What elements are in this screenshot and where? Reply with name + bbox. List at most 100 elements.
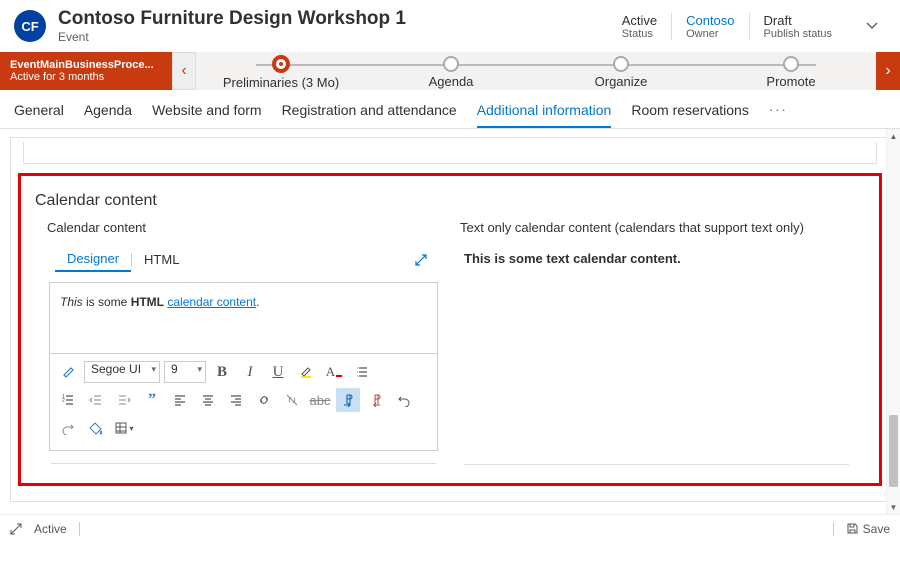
bpf-duration: Active for 3 months (10, 71, 162, 83)
align-left-button[interactable] (168, 388, 192, 412)
align-right-button[interactable] (224, 388, 248, 412)
bpf-dot-icon (443, 56, 459, 72)
font-color-button[interactable]: A (322, 360, 346, 384)
bpf-stage-promote[interactable]: Promote (706, 53, 876, 89)
meta-owner[interactable]: Contoso Owner (671, 13, 748, 40)
field-underline (464, 464, 849, 465)
editor-text[interactable]: This (60, 295, 83, 309)
numbered-list-button[interactable]: 12 (56, 388, 80, 412)
redo-button[interactable] (56, 416, 80, 440)
calendar-content-label: Calendar content (47, 220, 440, 235)
editor-text[interactable]: HTML (131, 295, 164, 309)
bpf-prev-button[interactable]: ‹ (172, 52, 196, 90)
meta-publish: Draft Publish status (749, 13, 846, 40)
footer-status: Active (34, 522, 67, 536)
align-center-button[interactable] (196, 388, 220, 412)
save-label: Save (863, 522, 890, 536)
bullet-list-button[interactable] (350, 360, 374, 384)
editor-text[interactable]: is some (83, 295, 131, 309)
bpf-dot-icon (783, 56, 799, 72)
paint-bucket-button[interactable] (84, 416, 108, 440)
scroll-thumb[interactable] (889, 415, 898, 487)
text-only-label: Text only calendar content (calendars th… (460, 220, 853, 235)
meta-status-value: Active (622, 13, 657, 28)
bpf-process-name: EventMainBusinessProce... (10, 59, 162, 71)
save-icon (846, 522, 859, 535)
unlink-button[interactable] (280, 388, 304, 412)
ltr-button[interactable] (336, 388, 360, 412)
page-subtitle: Event (58, 30, 596, 44)
outdent-button[interactable] (84, 388, 108, 412)
meta-status: Active Status (608, 13, 671, 40)
editor-toolbar: Segoe UI 9 B I U A 12 (50, 353, 437, 450)
clear-format-button[interactable] (56, 360, 80, 384)
indent-button[interactable] (112, 388, 136, 412)
tab-registration[interactable]: Registration and attendance (282, 96, 457, 128)
expand-editor-icon[interactable] (410, 249, 432, 271)
tab-room-reservations[interactable]: Room reservations (631, 96, 749, 128)
form-tabs: General Agenda Website and form Registra… (0, 90, 900, 129)
chevron-down-icon[interactable] (858, 12, 886, 40)
link-button[interactable] (252, 388, 276, 412)
bpf-stages: Preliminaries (3 Mo) Agenda Organize Pro… (196, 52, 876, 90)
text-only-value[interactable]: This is some text calendar content. (460, 243, 853, 274)
tab-overflow-button[interactable]: ··· (769, 96, 788, 128)
rtl-button[interactable] (364, 388, 388, 412)
content-area: Calendar content Calendar content Design… (0, 129, 900, 514)
scroll-down-icon[interactable]: ▼ (887, 500, 900, 514)
blockquote-button[interactable]: ” (140, 388, 164, 412)
vertical-scrollbar[interactable]: ▲ ▼ (886, 129, 900, 514)
bpf-stage-label: Agenda (366, 74, 536, 89)
bpf-stage-label: Organize (536, 74, 706, 89)
calendar-content-section: Calendar content Calendar content Design… (21, 176, 879, 483)
bpf-stage-preliminaries[interactable]: Preliminaries (3 Mo) (196, 52, 366, 90)
previous-section-stub (23, 142, 877, 164)
highlight-color-button[interactable] (294, 360, 318, 384)
footer-expand-icon[interactable] (10, 523, 22, 535)
bpf-stage-agenda[interactable]: Agenda (366, 53, 536, 89)
bpf-stage-label: Promote (706, 74, 876, 89)
svg-text:2: 2 (62, 398, 65, 404)
save-button[interactable]: Save (846, 522, 890, 536)
underline-button[interactable]: U (266, 360, 290, 384)
editor-link[interactable]: calendar content (167, 295, 256, 309)
meta-status-label: Status (622, 28, 657, 40)
page-title: Contoso Furniture Design Workshop 1 (58, 8, 596, 30)
undo-button[interactable] (392, 388, 416, 412)
font-family-select[interactable]: Segoe UI (84, 361, 160, 383)
bpf-current-stage[interactable]: EventMainBusinessProce... Active for 3 m… (0, 52, 172, 90)
tab-general[interactable]: General (14, 96, 64, 128)
editor-canvas[interactable]: This is some HTML calendar content. (50, 283, 437, 353)
editor-tab-designer[interactable]: Designer (55, 247, 131, 272)
field-underline (51, 463, 436, 464)
header-meta: Active Status Contoso Owner Draft Publis… (608, 13, 846, 40)
table-button[interactable]: ▾ (112, 416, 136, 440)
editor-tab-html[interactable]: HTML (132, 248, 191, 271)
scroll-up-icon[interactable]: ▲ (887, 129, 900, 143)
bold-button[interactable]: B (210, 360, 234, 384)
tab-additional-info[interactable]: Additional information (477, 96, 612, 128)
tab-agenda[interactable]: Agenda (84, 96, 132, 128)
right-column: Text only calendar content (calendars th… (460, 220, 853, 465)
bpf-next-button[interactable]: › (876, 52, 900, 90)
bpf-stage-organize[interactable]: Organize (536, 53, 706, 89)
bpf-dot-icon (272, 55, 290, 73)
section-title: Calendar content (31, 186, 869, 220)
strikethrough-button[interactable]: abc (308, 388, 332, 412)
meta-publish-label: Publish status (764, 28, 832, 40)
meta-owner-value[interactable]: Contoso (686, 13, 734, 28)
status-bar: Active Save (0, 514, 900, 542)
rich-text-editor[interactable]: This is some HTML calendar content. Sego… (49, 282, 438, 451)
italic-button[interactable]: I (238, 360, 262, 384)
editor-text[interactable]: . (256, 295, 259, 309)
font-size-select[interactable]: 9 (164, 361, 206, 383)
meta-publish-value: Draft (764, 13, 832, 28)
page-header: CF Contoso Furniture Design Workshop 1 E… (0, 0, 900, 52)
left-column: Calendar content Designer HTML This is s… (47, 220, 440, 465)
footer-separator (833, 522, 834, 536)
tab-website[interactable]: Website and form (152, 96, 261, 128)
footer-separator (79, 522, 80, 536)
record-avatar: CF (14, 10, 46, 42)
bpf-stage-label: Preliminaries (3 Mo) (196, 75, 366, 90)
editor-tabs: Designer HTML (47, 243, 440, 276)
